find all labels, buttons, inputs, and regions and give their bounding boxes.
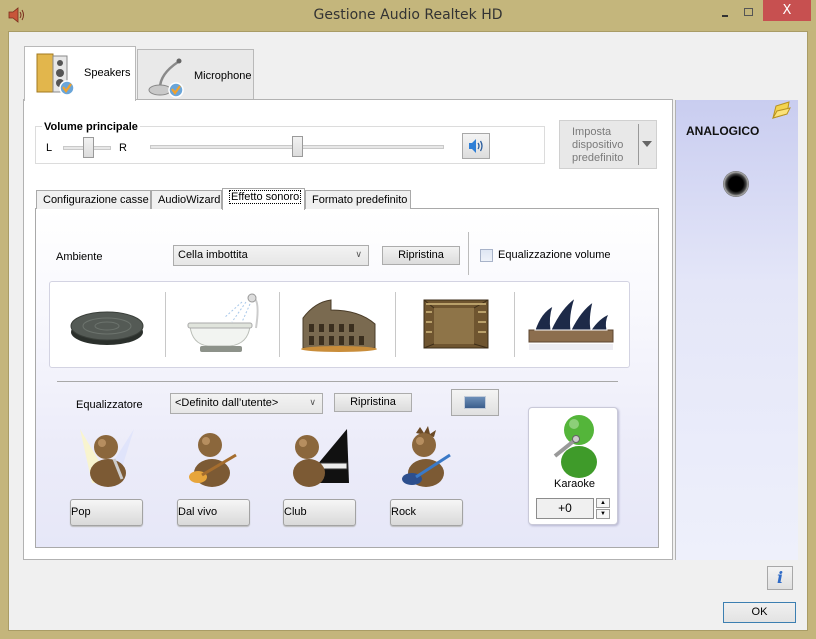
equalizer-reset-button[interactable]: Ripristina <box>334 393 412 412</box>
tab-default-format[interactable]: Formato predefinito <box>305 190 411 209</box>
graphic-equalizer-button[interactable] <box>451 389 499 416</box>
split-button-divider <box>638 124 639 165</box>
tab-microphone-label: Microphone <box>194 70 252 82</box>
ok-button[interactable]: OK <box>723 602 796 623</box>
close-button[interactable]: X <box>763 0 811 21</box>
tab-microphone[interactable]: Microphone <box>137 49 254 100</box>
rock-guitarist-icon <box>390 425 460 493</box>
master-volume-slider-thumb[interactable] <box>291 136 303 157</box>
karaoke-increment-button[interactable]: ▲ <box>596 498 610 508</box>
stone-room-icon[interactable] <box>412 288 502 360</box>
divider <box>57 381 618 382</box>
divider <box>468 232 469 275</box>
karaoke-label: Karaoke <box>554 478 595 490</box>
master-volume-title: Volume principale <box>42 121 140 133</box>
tab-speaker-configuration[interactable]: Configurazione casse <box>36 190 151 209</box>
club-pianist-icon <box>283 425 353 493</box>
balance-slider-thumb[interactable] <box>82 137 94 158</box>
tab-speakers[interactable]: Speakers <box>24 46 136 101</box>
set-default-device-button[interactable]: Imposta dispositivo predefinito <box>559 120 657 169</box>
karaoke-pitch-field[interactable]: +0 <box>536 498 594 519</box>
equalizer-icon <box>464 396 486 409</box>
chevron-down-icon: ∨ <box>355 249 362 259</box>
window-title: Gestione Audio Realtek HD <box>313 7 503 23</box>
mute-button[interactable] <box>462 133 490 159</box>
maximize-icon <box>744 8 753 16</box>
colosseum-icon[interactable] <box>295 288 385 360</box>
tab-sound-effect-label: Effetto sonoro <box>229 190 302 204</box>
info-button[interactable]: i <box>767 566 793 590</box>
speaker-volume-icon <box>468 138 486 157</box>
analog-label: ANALOGICO <box>686 124 760 138</box>
maximize-button[interactable] <box>740 4 760 24</box>
folder-icon[interactable] <box>771 100 791 120</box>
pop-singer-icon <box>72 425 142 493</box>
minimize-button[interactable] <box>715 4 735 24</box>
loudness-equalization-label: Equalizzazione volume <box>498 249 611 261</box>
set-default-device-label: Imposta dispositivo predefinito <box>572 126 624 164</box>
balance-left-label: L <box>46 142 53 154</box>
environment-select[interactable]: Cella imbottita ∨ <box>173 245 369 266</box>
equalizer-select[interactable]: <Definito dall’utente> ∨ <box>170 393 323 414</box>
environment-label: Ambiente <box>56 251 103 263</box>
manhole-cover-icon[interactable] <box>63 288 153 360</box>
preset-club-button[interactable]: Club <box>283 499 356 526</box>
loudness-equalization-checkbox[interactable] <box>480 249 493 262</box>
environment-selected-value: Cella imbottita <box>178 249 248 261</box>
tab-audiowizard[interactable]: AudioWizard <box>151 190 222 209</box>
tab-speakers-label: Speakers <box>84 67 131 79</box>
karaoke-decrement-button[interactable]: ▼ <box>596 509 610 519</box>
speakers-icon <box>35 51 79 97</box>
bathtub-icon[interactable] <box>180 288 270 360</box>
dropdown-arrow-icon[interactable] <box>642 141 652 147</box>
balance-right-label: R <box>119 142 127 154</box>
minimize-icon <box>722 15 728 17</box>
divider <box>165 292 166 357</box>
microphone-icon <box>146 54 190 98</box>
divider <box>395 292 396 357</box>
connector-panel <box>675 100 798 560</box>
chevron-down-icon: ∨ <box>309 397 316 407</box>
equalizer-selected-value: <Definito dall’utente> <box>175 397 279 409</box>
karaoke-singer-icon <box>545 410 605 480</box>
live-guitarist-icon <box>176 425 246 493</box>
divider <box>279 292 280 357</box>
environment-reset-button[interactable]: Ripristina <box>382 246 460 265</box>
tab-sound-effect[interactable]: Effetto sonoro <box>222 188 305 210</box>
info-icon: i <box>776 568 784 587</box>
preset-live-button[interactable]: Dal vivo <box>177 499 250 526</box>
audio-jack-icon[interactable] <box>723 171 749 197</box>
opera-house-icon[interactable] <box>527 288 617 360</box>
equalizer-label: Equalizzatore <box>76 399 143 411</box>
preset-pop-button[interactable]: Pop <box>70 499 143 526</box>
divider <box>514 292 515 357</box>
preset-rock-button[interactable]: Rock <box>390 499 463 526</box>
